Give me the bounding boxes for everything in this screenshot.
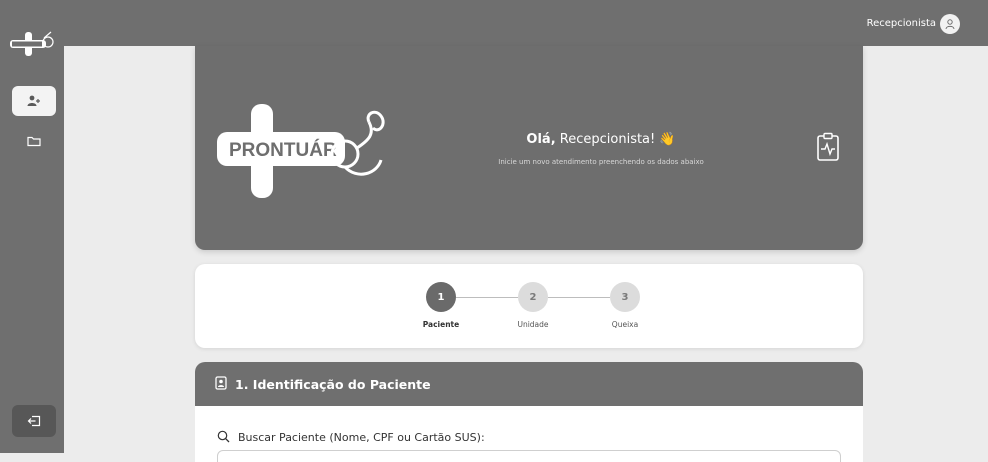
logout-icon [27, 412, 41, 431]
step-paciente[interactable]: 1 Paciente [411, 282, 471, 329]
step-label: Queixa [611, 320, 639, 329]
step-unidade[interactable]: 2 Unidade [503, 282, 563, 329]
greeting-name: Recepcionista! [559, 132, 656, 147]
user-plus-icon [27, 92, 41, 111]
search-label-row: Buscar Paciente (Nome, CPF ou Cartão SUS… [217, 428, 485, 447]
top-bar: Recepcionista [64, 0, 988, 46]
step-label: Paciente [422, 320, 460, 329]
hero-logo: PRONTUÁR [217, 104, 397, 198]
step-queixa[interactable]: 3 Queixa [595, 282, 655, 329]
step-number: 3 [610, 282, 640, 312]
search-label: Buscar Paciente (Nome, CPF ou Cartão SUS… [238, 431, 485, 444]
search-icon [217, 428, 230, 447]
clipboard-pulse-icon [815, 132, 841, 162]
sidebar-item-new-patient[interactable] [12, 86, 56, 116]
greeting-subtitle: Inicie um novo atendimento preenchendo o… [498, 158, 704, 166]
patient-search-input[interactable] [217, 450, 841, 462]
avatar[interactable] [940, 14, 960, 34]
wave-emoji: 👋 [659, 132, 676, 147]
user-icon [944, 15, 956, 34]
sidebar [0, 0, 64, 453]
greeting-prefix: Olá, [526, 132, 556, 147]
id-card-icon [215, 375, 227, 394]
section-header: 1. Identificação do Paciente [195, 362, 863, 406]
stepper: 1 Paciente 2 Unidade 3 Queixa [195, 264, 863, 348]
app-logo[interactable] [8, 30, 56, 58]
sidebar-item-records[interactable] [12, 126, 56, 156]
welcome-banner: PRONTUÁR Olá, Recepcionista! 👋 Inicie um… [195, 46, 863, 250]
logout-button[interactable] [12, 405, 56, 437]
svg-text:PRONTUÁR: PRONTUÁR [229, 139, 337, 161]
patient-identification-card: 1. Identificação do Paciente Buscar Paci… [195, 362, 863, 462]
folder-icon [27, 132, 41, 151]
step-label: Unidade [517, 320, 549, 329]
step-number: 1 [426, 282, 456, 312]
section-title: 1. Identificação do Paciente [235, 376, 431, 392]
user-name[interactable]: Recepcionista [867, 18, 936, 29]
greeting: Olá, Recepcionista! 👋 [461, 132, 741, 147]
step-number: 2 [518, 282, 548, 312]
